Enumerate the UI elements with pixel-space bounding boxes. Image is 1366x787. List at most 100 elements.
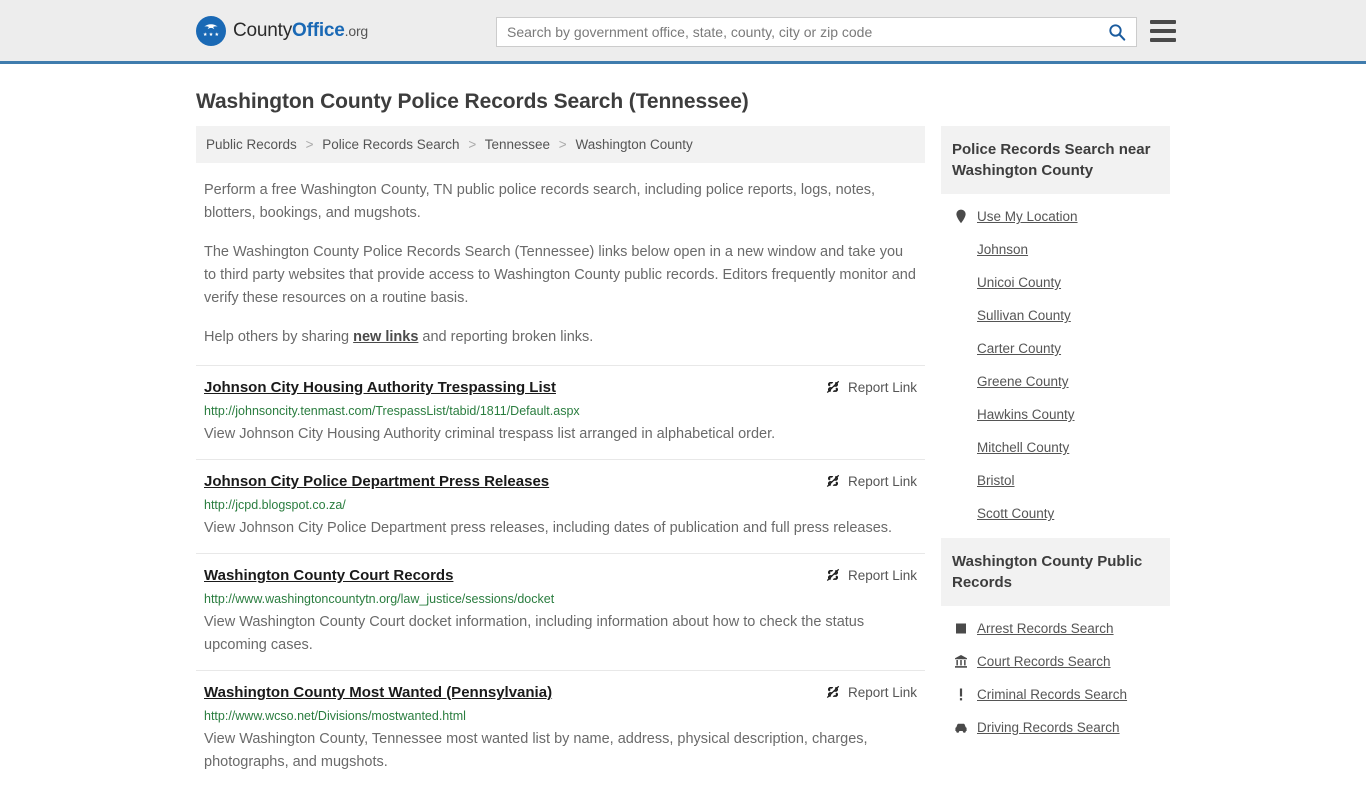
result-header: Johnson City Police Department Press Rel… bbox=[204, 472, 917, 492]
search-button[interactable] bbox=[1098, 18, 1136, 46]
exclamation-icon bbox=[959, 688, 963, 701]
result-header: Washington County Most Wanted (Pennsylva… bbox=[204, 683, 917, 703]
sidebar-link-item[interactable]: Sullivan County bbox=[941, 299, 1170, 332]
result-item: Washington County Most Wanted (Pennsylva… bbox=[196, 670, 925, 787]
report-link-button[interactable]: Report Link bbox=[825, 684, 917, 700]
breadcrumb-separator: > bbox=[468, 137, 477, 152]
sidebar-link-label: Greene County bbox=[977, 374, 1069, 389]
intro-text-after-link: and reporting broken links. bbox=[418, 329, 594, 345]
breadcrumb-item-tennessee[interactable]: Tennessee bbox=[485, 137, 550, 152]
hamburger-bar bbox=[1150, 29, 1176, 33]
logo-text-org: .org bbox=[344, 22, 369, 39]
sidebar-link-item[interactable]: Use My Location bbox=[941, 200, 1170, 233]
sidebar-link-item[interactable]: Greene County bbox=[941, 365, 1170, 398]
car-icon bbox=[952, 720, 970, 735]
sidebar-link-label: Driving Records Search bbox=[977, 720, 1120, 735]
result-url[interactable]: http://www.washingtoncountytn.org/law_ju… bbox=[204, 591, 917, 608]
sidebar-link-item[interactable]: Scott County bbox=[941, 497, 1170, 530]
search-bar[interactable] bbox=[496, 17, 1137, 47]
sidebar-link-label: Court Records Search bbox=[977, 654, 1111, 669]
results-list: Johnson City Housing Authority Trespassi… bbox=[196, 365, 925, 787]
sidebar-link-label: Hawkins County bbox=[977, 407, 1075, 422]
sidebar-link-item[interactable]: Johnson bbox=[941, 233, 1170, 266]
sidebar-link-item[interactable]: Hawkins County bbox=[941, 398, 1170, 431]
broken-link-icon bbox=[826, 568, 840, 582]
breadcrumb-separator: > bbox=[305, 137, 314, 152]
breadcrumb-item-public-records[interactable]: Public Records bbox=[206, 137, 297, 152]
report-link-label: Report Link bbox=[847, 567, 917, 583]
result-title-link[interactable]: Johnson City Housing Authority Trespassi… bbox=[204, 378, 809, 398]
result-item: Washington County Court Records Report Li… bbox=[196, 553, 925, 670]
sidebar-link-label: Sullivan County bbox=[977, 308, 1071, 323]
eagle-stars-icon bbox=[203, 24, 219, 36]
sidebar-link-item[interactable]: Court Records Search bbox=[941, 645, 1170, 678]
report-link-button[interactable]: Report Link bbox=[825, 567, 917, 583]
result-title-link[interactable]: Washington County Court Records bbox=[204, 566, 809, 586]
new-links-link[interactable]: new links bbox=[353, 329, 418, 345]
result-title-link[interactable]: Washington County Most Wanted (Pennsylva… bbox=[204, 683, 809, 703]
breadcrumb-separator: > bbox=[558, 137, 567, 152]
result-url[interactable]: http://johnsoncity.tenmast.com/TrespassL… bbox=[204, 403, 917, 420]
search-input[interactable] bbox=[497, 24, 1098, 40]
sidebar-link-item[interactable]: Arrest Records Search bbox=[941, 612, 1170, 645]
main-content: Public Records > Police Records Search >… bbox=[196, 126, 925, 787]
map-pin-icon bbox=[956, 209, 966, 224]
result-description: View Johnson City Police Department pres… bbox=[204, 520, 893, 536]
intro-paragraph-3: Help others by sharing new links and rep… bbox=[204, 326, 917, 349]
report-link-button[interactable]: Report Link bbox=[825, 379, 917, 395]
site-header: CountyOffice.org bbox=[0, 0, 1366, 64]
sidebar-link-item[interactable]: Mitchell County bbox=[941, 431, 1170, 464]
sidebar-link-label: Scott County bbox=[977, 506, 1055, 521]
car-icon bbox=[955, 723, 967, 733]
sidebar-nearby-heading: Police Records Search near Washington Co… bbox=[941, 126, 1170, 194]
exclamation-icon bbox=[952, 687, 970, 702]
sidebar-link-label: Arrest Records Search bbox=[977, 621, 1114, 636]
logo-text-county: County bbox=[233, 19, 293, 41]
sidebar-link-item[interactable]: Carter County bbox=[941, 332, 1170, 365]
result-url[interactable]: http://jcpd.blogspot.co.za/ bbox=[204, 497, 917, 514]
intro-paragraph-2: The Washington County Police Records Sea… bbox=[204, 244, 916, 306]
page-container: Washington County Police Records Search … bbox=[0, 90, 1366, 787]
broken-link-icon bbox=[826, 685, 840, 699]
sidebar-link-item[interactable]: Criminal Records Search bbox=[941, 678, 1170, 711]
sidebar-link-item[interactable]: Unicoi County bbox=[941, 266, 1170, 299]
sidebar-public-records-list: Arrest Records Search Court Records Searc… bbox=[941, 606, 1170, 744]
intro-text: Perform a free Washington County, TN pub… bbox=[196, 179, 925, 349]
sidebar-public-records-section: Washington County Public Records Arrest … bbox=[941, 538, 1170, 744]
sidebar-link-label: Johnson bbox=[977, 242, 1029, 257]
content-columns: Public Records > Police Records Search >… bbox=[196, 126, 1170, 787]
hamburger-menu-icon[interactable] bbox=[1150, 20, 1176, 42]
sidebar-link-label: Unicoi County bbox=[977, 275, 1062, 290]
intro-text-before-link: Help others by sharing bbox=[204, 329, 354, 345]
result-description: View Washington County Court docket info… bbox=[204, 614, 865, 653]
logo-wordmark: CountyOffice.org bbox=[233, 20, 368, 42]
breadcrumb: Public Records > Police Records Search >… bbox=[196, 126, 925, 163]
sidebar-nearby-section: Police Records Search near Washington Co… bbox=[941, 126, 1170, 530]
courthouse-icon bbox=[955, 655, 967, 668]
fingerprint-card-icon bbox=[956, 623, 966, 634]
sidebar-nearby-list: Use My Location Johnson Unicoi County Sulli… bbox=[941, 194, 1170, 530]
sidebar-link-item[interactable]: Bristol bbox=[941, 464, 1170, 497]
hamburger-bar bbox=[1150, 20, 1176, 24]
broken-link-icon bbox=[826, 380, 840, 394]
map-pin-icon bbox=[952, 209, 970, 224]
result-header: Johnson City Housing Authority Trespassi… bbox=[204, 378, 917, 398]
result-description: View Johnson City Housing Authority crim… bbox=[204, 426, 776, 442]
report-link-label: Report Link bbox=[847, 684, 917, 700]
logo-text-office: Office bbox=[292, 19, 345, 41]
breadcrumb-item-washington-county[interactable]: Washington County bbox=[575, 137, 692, 152]
sidebar-link-label: Bristol bbox=[977, 473, 1015, 488]
result-title-link[interactable]: Johnson City Police Department Press Rel… bbox=[204, 472, 809, 492]
sidebar-link-item[interactable]: Driving Records Search bbox=[941, 711, 1170, 744]
courthouse-icon bbox=[952, 654, 970, 669]
result-item: Johnson City Housing Authority Trespassi… bbox=[196, 365, 925, 459]
report-link-button[interactable]: Report Link bbox=[825, 473, 917, 489]
hamburger-bar bbox=[1150, 38, 1176, 42]
site-logo[interactable]: CountyOffice.org bbox=[196, 15, 368, 46]
county-office-logo-icon bbox=[196, 15, 226, 46]
intro-paragraph-1: Perform a free Washington County, TN pub… bbox=[204, 182, 876, 221]
breadcrumb-item-police-records-search[interactable]: Police Records Search bbox=[322, 137, 459, 152]
result-url[interactable]: http://www.wcso.net/Divisions/mostwanted… bbox=[204, 708, 917, 725]
sidebar-public-records-heading: Washington County Public Records bbox=[941, 538, 1170, 606]
result-item: Johnson City Police Department Press Rel… bbox=[196, 459, 925, 553]
